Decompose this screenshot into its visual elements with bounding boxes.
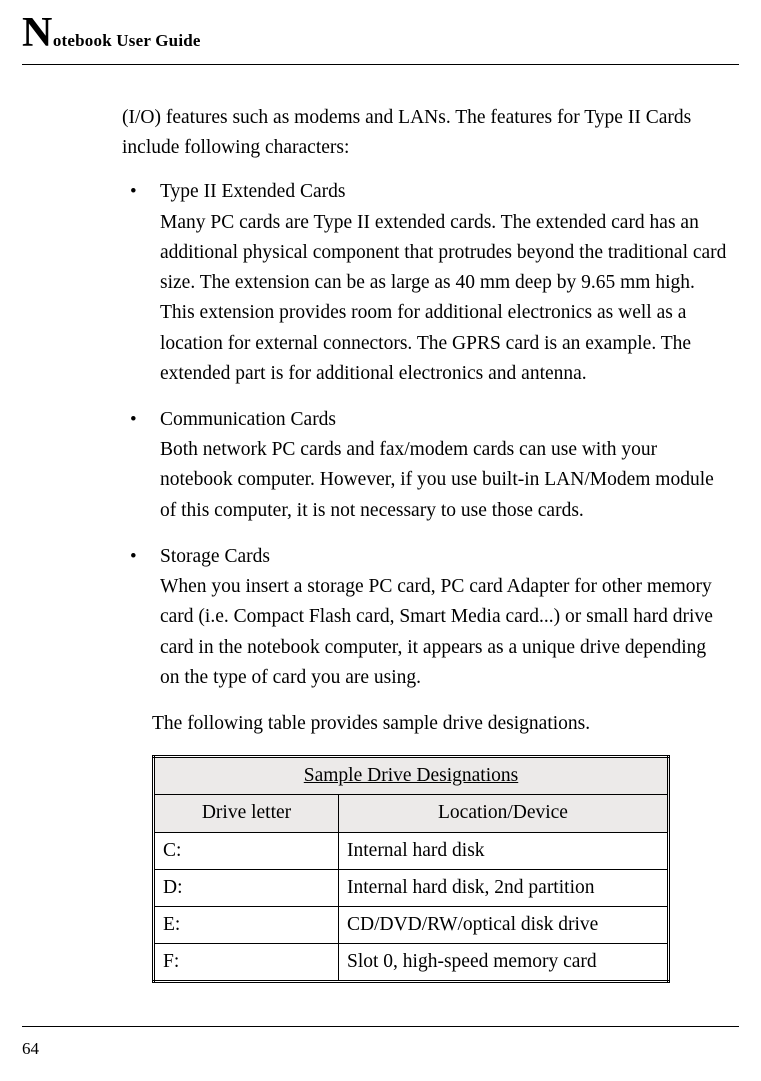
table-title-row: Sample Drive Designations	[154, 757, 669, 795]
table-row: C: Internal hard disk	[154, 832, 669, 869]
footer-divider	[22, 1026, 739, 1027]
table-cell-location: Internal hard disk	[339, 832, 669, 869]
table-cell-letter: C:	[154, 832, 339, 869]
table-intro: The following table provides sample driv…	[122, 709, 727, 739]
table-header-location: Location/Device	[339, 795, 669, 832]
table-cell-location: Slot 0, high-speed memory card	[339, 944, 669, 982]
table-cell-letter: E:	[154, 907, 339, 944]
table-cell-letter: F:	[154, 944, 339, 982]
drive-designations-table: Sample Drive Designations Drive letter L…	[152, 755, 670, 983]
header-title-rest: otebook User Guide	[53, 31, 201, 51]
bullet-body: Both network PC cards and fax/modem card…	[160, 439, 714, 520]
table-row: E: CD/DVD/RW/optical disk drive	[154, 907, 669, 944]
bullet-list: Type II Extended Cards Many PC cards are…	[122, 177, 727, 693]
table-header-row: Drive letter Location/Device	[154, 795, 669, 832]
bullet-body: Many PC cards are Type II extended cards…	[160, 212, 726, 384]
table-title-cell: Sample Drive Designations	[154, 757, 669, 795]
header-bigletter: N	[22, 12, 53, 54]
table-cell-letter: D:	[154, 869, 339, 906]
list-item: Storage Cards When you insert a storage …	[122, 542, 727, 693]
list-item: Communication Cards Both network PC card…	[122, 405, 727, 526]
intro-paragraph: (I/O) features such as modems and LANs. …	[122, 103, 727, 163]
table-row: D: Internal hard disk, 2nd partition	[154, 869, 669, 906]
page-number: 64	[22, 1039, 39, 1059]
table-cell-location: Internal hard disk, 2nd partition	[339, 869, 669, 906]
table-header-drive-letter: Drive letter	[154, 795, 339, 832]
list-item: Type II Extended Cards Many PC cards are…	[122, 177, 727, 389]
table-container: Sample Drive Designations Drive letter L…	[122, 755, 727, 983]
bullet-title: Storage Cards	[160, 546, 270, 567]
page-header: Notebook User Guide	[22, 12, 739, 65]
table-row: F: Slot 0, high-speed memory card	[154, 944, 669, 982]
table-cell-location: CD/DVD/RW/optical disk drive	[339, 907, 669, 944]
bullet-title: Type II Extended Cards	[160, 181, 345, 202]
bullet-body: When you insert a storage PC card, PC ca…	[160, 576, 713, 688]
page-content: (I/O) features such as modems and LANs. …	[22, 103, 739, 983]
bullet-title: Communication Cards	[160, 409, 336, 430]
